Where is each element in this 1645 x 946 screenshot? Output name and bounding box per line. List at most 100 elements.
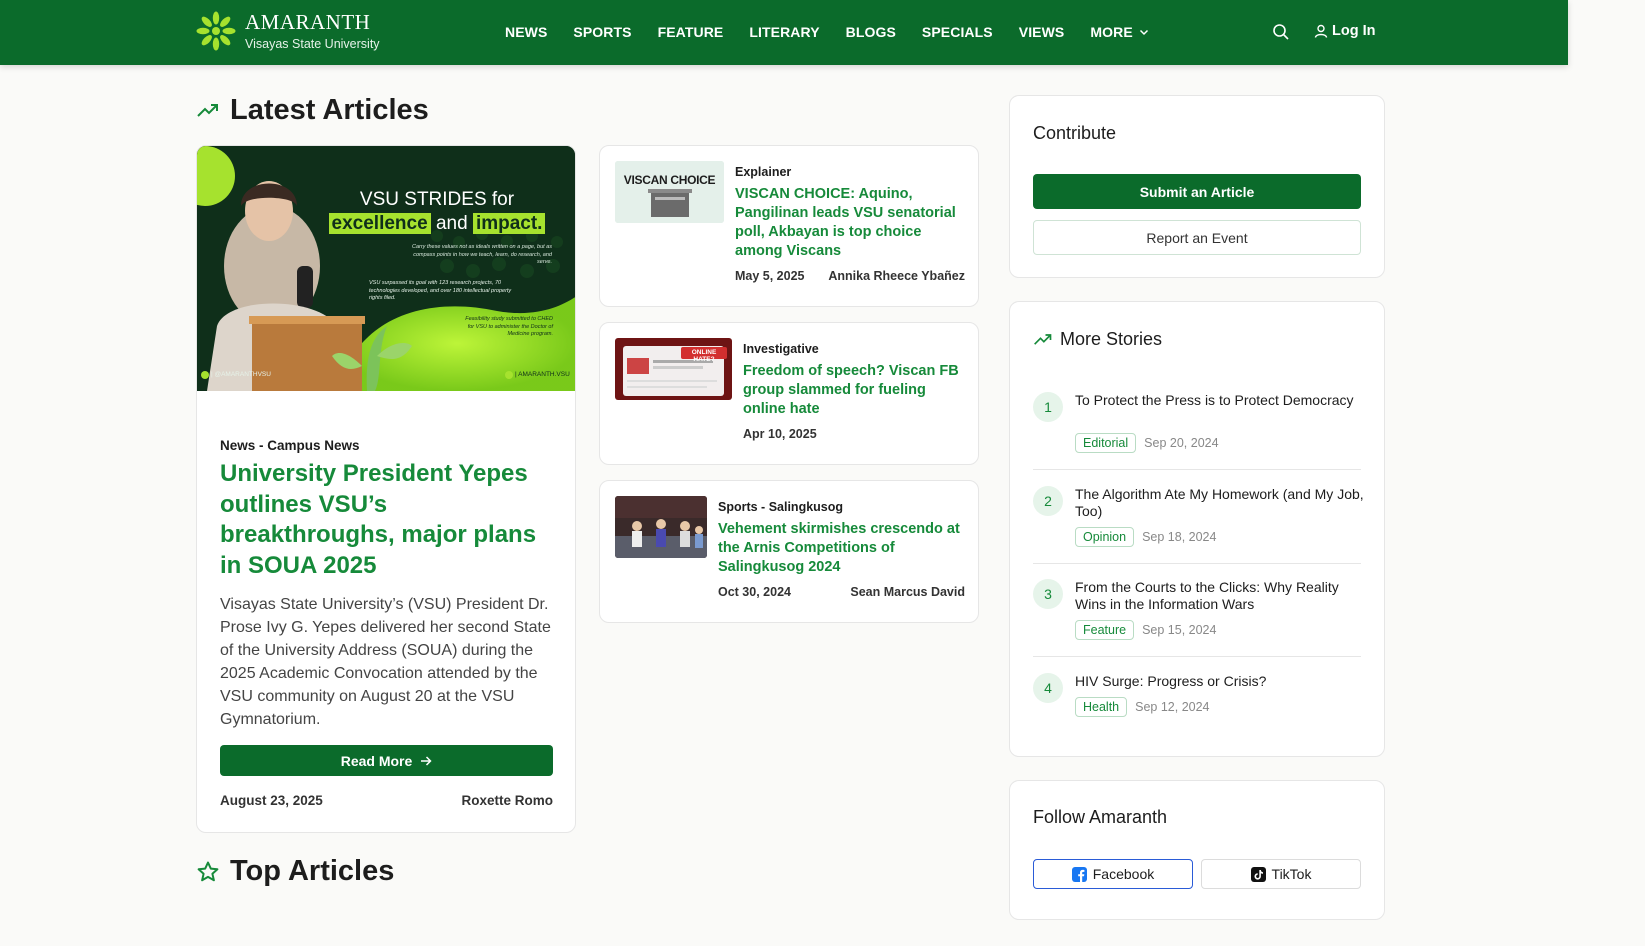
tiktok-label: TikTok [1271, 866, 1312, 882]
story-tag[interactable]: Health [1075, 697, 1128, 717]
tiktok-icon [1250, 866, 1266, 882]
article-thumbnail-art [615, 338, 732, 400]
article-thumbnail[interactable]: VISCAN CHOICE [615, 161, 724, 223]
facebook-icon [1071, 866, 1087, 882]
featured-category[interactable]: News - Campus News [220, 438, 554, 453]
article-date: Apr 10, 2025 [743, 427, 817, 441]
story-divider [1033, 656, 1361, 657]
article-thumbnail[interactable]: ONLINE HATE? [615, 338, 732, 400]
latest-articles-title: Latest Articles [230, 94, 429, 126]
trend-icon [197, 103, 218, 117]
featured-image-handle-left: | @AMARANTHVSU [211, 371, 271, 378]
article-thumbnail-label: ONLINE HATE? [691, 349, 717, 363]
featured-image-highlight1: excellence [328, 213, 431, 234]
article-card[interactable]: ONLINE HATE? Investigative Freedom of sp… [599, 322, 979, 465]
story-date: Sep 15, 2024 [1142, 623, 1217, 637]
article-title[interactable]: Freedom of speech? Viscan FB group slamm… [743, 362, 965, 419]
story-item[interactable]: 4 HIV Surge: Progress or Crisis? Health … [1033, 673, 1361, 733]
nav-news[interactable]: NEWS [505, 24, 547, 40]
report-event-button[interactable]: Report an Event [1033, 220, 1361, 255]
story-meta: Opinion Sep 18, 2024 [1075, 527, 1216, 547]
story-item[interactable]: 2 The Algorithm Ate My Homework (and My … [1033, 486, 1364, 566]
story-rank: 1 [1033, 392, 1063, 422]
featured-article-image[interactable]: VSU STRIDES for excellence and impact. C… [197, 146, 575, 391]
trend-icon [1034, 333, 1052, 345]
nav-blogs[interactable]: BLOGS [846, 24, 896, 40]
nav-specials[interactable]: SPECIALS [922, 24, 993, 40]
article-title[interactable]: VISCAN CHOICE: Aquino, Pangilinan leads … [735, 185, 965, 261]
nav-more-label: MORE [1090, 24, 1133, 40]
article-meta: May 5, 2025 Annika Rheece Ybañez [735, 269, 965, 283]
brand-subtitle: Visayas State University [245, 37, 380, 51]
tiktok-button[interactable]: TikTok [1201, 859, 1361, 889]
story-title[interactable]: To Protect the Press is to Protect Democ… [1075, 392, 1365, 409]
follow-title: Follow Amaranth [1033, 807, 1168, 827]
featured-image-para1: Carry these values not as ideals written… [411, 244, 552, 265]
nav-sports[interactable]: SPORTS [573, 24, 631, 40]
search-icon[interactable] [1272, 23, 1290, 41]
more-stories-heading: More Stories [1033, 329, 1162, 350]
story-title[interactable]: The Algorithm Ate My Homework (and My Jo… [1075, 486, 1365, 520]
story-rank: 3 [1033, 579, 1063, 609]
story-rank: 4 [1033, 673, 1063, 703]
featured-excerpt: Visayas State University’s (VSU) Preside… [220, 596, 551, 728]
arrow-right-icon [421, 755, 432, 766]
featured-meta: August 23, 2025 Roxette Romo [220, 793, 553, 808]
story-tag[interactable]: Opinion [1075, 527, 1135, 547]
featured-image-and: and [435, 213, 468, 234]
article-author[interactable]: Sean Marcus David [850, 585, 965, 599]
article-thumbnail[interactable] [615, 496, 707, 558]
article-meta: Oct 30, 2024 Sean Marcus David [718, 585, 965, 599]
featured-title[interactable]: University President Yepes outlines VSU’… [220, 459, 554, 581]
star-icon [197, 861, 219, 881]
story-meta: Editorial Sep 20, 2024 [1075, 433, 1219, 453]
featured-date: August 23, 2025 [220, 793, 323, 808]
story-date: Sep 18, 2024 [1142, 530, 1217, 544]
article-date: Oct 30, 2024 [718, 585, 791, 599]
nav-feature[interactable]: FEATURE [658, 24, 724, 40]
facebook-button[interactable]: Facebook [1033, 859, 1193, 889]
article-thumbnail-art [615, 161, 724, 223]
story-item[interactable]: 3 From the Courts to the Clicks: Why Rea… [1033, 579, 1361, 659]
login-button[interactable]: Log In [1314, 23, 1376, 39]
story-divider [1033, 469, 1361, 470]
featured-image-headline: VSU STRIDES for excellence and impact. [317, 188, 557, 235]
article-thumbnail-label: VISCAN CHOICE [623, 173, 716, 187]
featured-article-card[interactable]: VSU STRIDES for excellence and impact. C… [196, 145, 576, 833]
read-more-label: Read More [340, 752, 413, 769]
story-tag[interactable]: Feature [1075, 620, 1135, 640]
story-title[interactable]: HIV Surge: Progress or Crisis? [1075, 673, 1365, 690]
main-nav: NEWS SPORTS FEATURE LITERARY BLOGS SPECI… [505, 24, 1175, 40]
story-item[interactable]: 1 To Protect the Press is to Protect Dem… [1033, 392, 1361, 472]
article-card[interactable]: Sports - Salingkusog Vehement skirmishes… [599, 480, 979, 623]
story-date: Sep 20, 2024 [1144, 436, 1219, 450]
article-card[interactable]: VISCAN CHOICE Explainer VISCAN CHOICE: A… [599, 145, 979, 307]
article-title[interactable]: Vehement skirmishes crescendo at the Arn… [718, 520, 965, 577]
top-articles-heading: Top Articles [196, 855, 394, 888]
login-label: Log In [1332, 23, 1376, 39]
story-tag[interactable]: Editorial [1075, 433, 1137, 453]
top-navbar: AMARANTH Visayas State University NEWS S… [0, 0, 1568, 65]
nav-literary[interactable]: LITERARY [749, 24, 819, 40]
nav-views[interactable]: VIEWS [1019, 24, 1065, 40]
story-title[interactable]: From the Courts to the Clicks: Why Reali… [1075, 579, 1365, 613]
contribute-title: Contribute [1033, 123, 1117, 143]
more-stories-card: More Stories 1 To Protect the Press is t… [1009, 301, 1385, 757]
article-category[interactable]: Investigative [743, 342, 965, 356]
nav-more[interactable]: MORE [1090, 24, 1148, 40]
follow-card: Follow Amaranth Facebook TikTok [1009, 780, 1385, 920]
facebook-label: Facebook [1092, 866, 1155, 882]
featured-image-art [197, 146, 575, 391]
featured-image-para2: VSU surpassed its goal with 123 research… [369, 280, 512, 301]
article-category[interactable]: Sports - Salingkusog [718, 500, 965, 514]
top-articles-title: Top Articles [230, 855, 395, 887]
brand-link[interactable]: AMARANTH Visayas State University [196, 11, 380, 51]
amaranth-logo-icon [196, 11, 236, 51]
article-category[interactable]: Explainer [735, 165, 965, 179]
story-meta: Feature Sep 15, 2024 [1075, 620, 1216, 640]
featured-author[interactable]: Roxette Romo [461, 793, 553, 808]
user-icon [1314, 24, 1328, 38]
read-more-button[interactable]: Read More [220, 745, 553, 776]
submit-article-button[interactable]: Submit an Article [1033, 174, 1361, 209]
article-author[interactable]: Annika Rheece Ybañez [828, 269, 965, 283]
